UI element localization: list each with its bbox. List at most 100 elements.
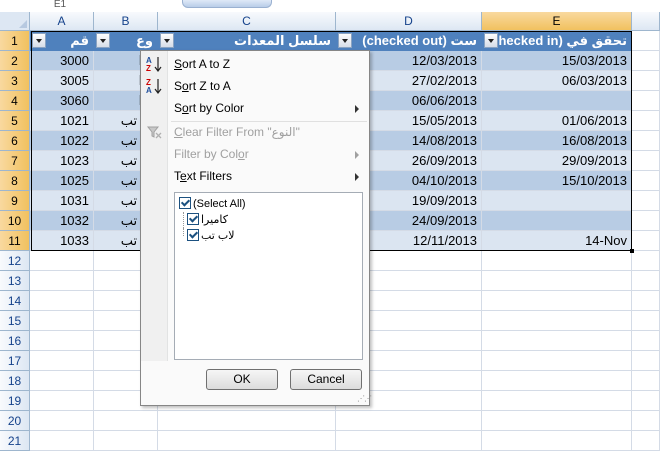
column-header-c[interactable]: C	[158, 12, 336, 31]
empty-cell[interactable]	[336, 431, 482, 451]
empty-cell[interactable]	[632, 231, 660, 251]
table-cell[interactable]	[482, 211, 632, 231]
table-cell[interactable]: 14-Nov	[482, 231, 632, 251]
column-header-f[interactable]	[632, 12, 660, 31]
table-header-cell[interactable]: سلسل المعدات	[158, 31, 336, 51]
empty-cell[interactable]	[30, 251, 94, 271]
empty-cell[interactable]	[632, 211, 660, 231]
empty-cell[interactable]	[632, 411, 660, 431]
empty-cell[interactable]	[632, 71, 660, 91]
row-header[interactable]: 19	[0, 391, 30, 411]
row-header[interactable]: 1	[0, 31, 30, 51]
row-header[interactable]: 7	[0, 151, 30, 171]
empty-cell[interactable]	[632, 51, 660, 71]
empty-cell[interactable]	[632, 351, 660, 371]
empty-cell[interactable]	[158, 431, 336, 451]
empty-cell[interactable]	[30, 371, 94, 391]
table-cell[interactable]: 3060	[30, 91, 94, 111]
empty-cell[interactable]	[632, 111, 660, 131]
row-header[interactable]: 16	[0, 331, 30, 351]
row-header[interactable]: 14	[0, 291, 30, 311]
select-all-corner[interactable]	[0, 12, 30, 31]
empty-cell[interactable]	[94, 431, 158, 451]
table-header-cell[interactable]: وع	[94, 31, 158, 51]
empty-cell[interactable]	[632, 91, 660, 111]
filter-dropdown-icon[interactable]	[484, 33, 498, 48]
filter-value-item[interactable]: كاميرا	[179, 212, 228, 228]
empty-cell[interactable]	[632, 271, 660, 291]
ok-button[interactable]: OK	[206, 369, 278, 390]
sort-by-color-item[interactable]: Sort by Color	[141, 97, 369, 119]
table-cell[interactable]: 01/06/2013	[482, 111, 632, 131]
empty-cell[interactable]	[30, 411, 94, 431]
empty-cell[interactable]	[632, 171, 660, 191]
table-cell[interactable]	[482, 191, 632, 211]
row-header[interactable]: 11	[0, 231, 30, 251]
empty-cell[interactable]	[482, 271, 632, 291]
sort-a-to-z-item[interactable]: AZ Sort A to Z	[141, 53, 369, 75]
select-all-checkbox-item[interactable]: (Select All)	[179, 196, 246, 212]
empty-cell[interactable]	[482, 351, 632, 371]
row-header[interactable]: 15	[0, 311, 30, 331]
row-header[interactable]: 8	[0, 171, 30, 191]
empty-cell[interactable]	[482, 431, 632, 451]
column-header-b[interactable]: B	[94, 12, 158, 31]
empty-cell[interactable]	[632, 31, 660, 51]
row-header[interactable]: 17	[0, 351, 30, 371]
empty-cell[interactable]	[30, 291, 94, 311]
table-cell[interactable]: 16/08/2013	[482, 131, 632, 151]
filter-dropdown-icon[interactable]	[96, 33, 110, 48]
empty-cell[interactable]	[94, 411, 158, 431]
empty-cell[interactable]	[482, 331, 632, 351]
empty-cell[interactable]	[482, 291, 632, 311]
column-header-e[interactable]: E	[482, 12, 632, 31]
row-header[interactable]: 18	[0, 371, 30, 391]
empty-cell[interactable]	[632, 151, 660, 171]
table-cell[interactable]: 1033	[30, 231, 94, 251]
empty-cell[interactable]	[482, 251, 632, 271]
empty-cell[interactable]	[30, 351, 94, 371]
table-cell[interactable]: 1021	[30, 111, 94, 131]
row-header[interactable]: 3	[0, 71, 30, 91]
row-header[interactable]: 2	[0, 51, 30, 71]
text-filters-item[interactable]: Text Filters	[141, 165, 369, 187]
filter-value-item[interactable]: لاب تب	[179, 228, 235, 244]
table-cell[interactable]: 29/09/2013	[482, 151, 632, 171]
table-cell[interactable]: 06/03/2013	[482, 71, 632, 91]
empty-cell[interactable]	[30, 311, 94, 331]
empty-cell[interactable]	[30, 391, 94, 411]
table-cell[interactable]: 1022	[30, 131, 94, 151]
filter-dropdown-icon[interactable]	[338, 33, 352, 48]
empty-cell[interactable]	[482, 371, 632, 391]
column-header-d[interactable]: D	[336, 12, 482, 31]
cancel-button[interactable]: Cancel	[290, 369, 362, 390]
row-header[interactable]: 12	[0, 251, 30, 271]
filter-dropdown-icon[interactable]	[160, 33, 174, 48]
empty-cell[interactable]	[482, 411, 632, 431]
sort-z-to-a-item[interactable]: ZA Sort Z to A	[141, 75, 369, 97]
row-header[interactable]: 6	[0, 131, 30, 151]
empty-cell[interactable]	[158, 411, 336, 431]
empty-cell[interactable]	[30, 431, 94, 451]
table-cell[interactable]: 3000	[30, 51, 94, 71]
filter-dropdown-icon[interactable]	[32, 33, 46, 48]
row-header[interactable]: 9	[0, 191, 30, 211]
empty-cell[interactable]	[632, 431, 660, 451]
empty-cell[interactable]	[482, 391, 632, 411]
name-box[interactable]: E1	[30, 0, 90, 10]
empty-cell[interactable]	[632, 291, 660, 311]
table-header-cell[interactable]: قم	[30, 31, 94, 51]
empty-cell[interactable]	[632, 371, 660, 391]
row-header[interactable]: 10	[0, 211, 30, 231]
row-header[interactable]: 4	[0, 91, 30, 111]
table-cell[interactable]: 1023	[30, 151, 94, 171]
empty-cell[interactable]	[632, 311, 660, 331]
table-header-cell[interactable]: ست (checked out)	[336, 31, 482, 51]
checkbox-checked-icon[interactable]	[187, 229, 199, 241]
table-cell[interactable]: 1031	[30, 191, 94, 211]
table-cell[interactable]: 3005	[30, 71, 94, 91]
empty-cell[interactable]	[632, 251, 660, 271]
empty-cell[interactable]	[336, 411, 482, 431]
table-cell[interactable]: 15/03/2013	[482, 51, 632, 71]
column-header-a[interactable]: A	[30, 12, 94, 31]
